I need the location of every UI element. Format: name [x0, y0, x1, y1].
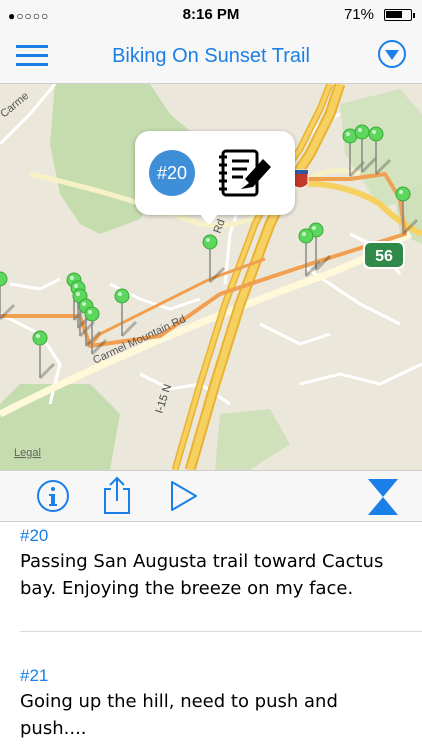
list-item[interactable]: #20 Passing San Augusta trail toward Cac…: [20, 526, 410, 602]
entry-number: #21: [20, 666, 49, 685]
bottom-toolbar: [0, 470, 422, 522]
chevron-down-circle-icon[interactable]: [378, 40, 406, 68]
hourglass-icon[interactable]: [366, 477, 400, 517]
navigation-bar: Biking On Sunset Trail: [0, 30, 422, 84]
battery-percent: 71%: [343, 6, 374, 23]
entry-number-badge[interactable]: #20: [149, 150, 195, 196]
battery-fill: [386, 11, 402, 18]
share-icon[interactable]: [102, 475, 132, 515]
entry-text: Passing San Augusta trail toward Cactus …: [20, 551, 384, 599]
map-view[interactable]: Carme Carmel Mountain Rd Rd I-15 N 56 Le…: [0, 84, 422, 470]
pin-callout[interactable]: #20: [135, 131, 295, 225]
journal-entries: #20 Passing San Augusta trail toward Cac…: [0, 522, 422, 750]
map-pin-icon[interactable]: [32, 330, 56, 380]
info-icon[interactable]: [36, 479, 70, 513]
highway-label: I-15 N: [153, 383, 174, 415]
play-icon[interactable]: [168, 479, 200, 513]
battery-icon: [384, 9, 415, 21]
list-item[interactable]: #21 Going up the hill, need to push and …: [20, 666, 410, 742]
entry-text: Going up the hill, need to push and push…: [20, 691, 338, 739]
legal-link[interactable]: Legal: [14, 447, 41, 459]
svg-text:56: 56: [375, 248, 393, 265]
status-bar: ●○○○○ 8:16 PM 71%: [0, 0, 422, 30]
entry-number: #20: [20, 526, 49, 545]
page-title: Biking On Sunset Trail: [112, 45, 310, 67]
map-pin-icon[interactable]: [0, 271, 16, 321]
park-area: [215, 409, 290, 470]
edit-notes-icon[interactable]: [217, 145, 273, 201]
route-56-shield-icon: 56: [363, 241, 405, 269]
divider: [20, 631, 422, 632]
